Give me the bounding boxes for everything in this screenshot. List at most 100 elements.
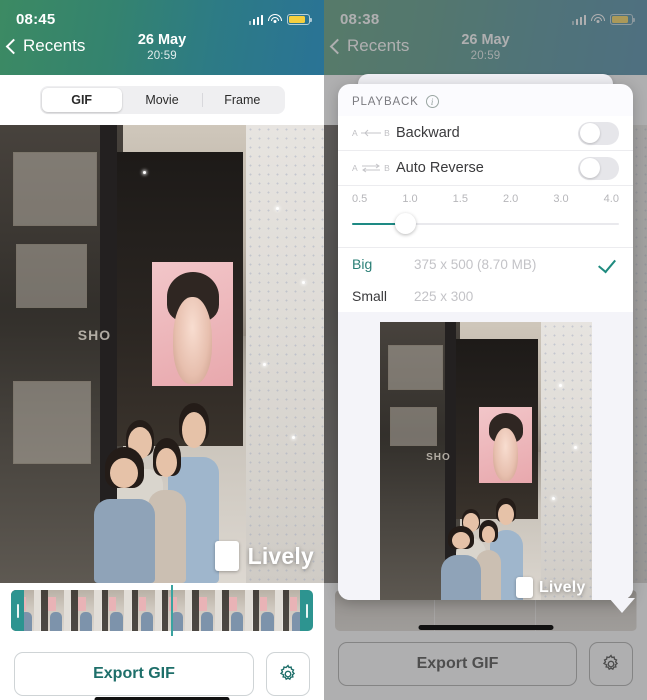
filmstrip-frame[interactable] [71,590,102,631]
home-indicator [418,625,553,630]
preview-watermark-label: Lively [538,578,586,596]
filmstrip-frame[interactable] [252,590,283,631]
speed-control: 0.5 1.0 1.5 2.0 3.0 4.0 [338,186,633,247]
speed-tick: 1.5 [452,193,468,205]
gear-icon [279,664,296,681]
backward-label: Backward [396,125,460,141]
row-backward[interactable]: A B Backward [338,116,633,150]
dual-screenshot-container: 08:45 Recents 26 May 20:59 GIF Movie Fra… [0,0,647,700]
export-gif-button[interactable]: Export GIF [14,652,254,696]
trim-handle-left-icon[interactable] [11,590,24,631]
person-head [481,525,496,543]
speed-tick: 2.0 [502,193,519,205]
export-gif-label: Export GIF [93,665,175,682]
timeline-container [0,583,324,638]
signal-bars-icon [248,14,263,25]
lively-logo-icon [515,577,533,598]
info-icon[interactable]: i [425,95,439,108]
tab-frame[interactable]: Frame [202,88,282,112]
scene-pillar [246,125,324,583]
scene-sign-text: SHO [426,451,451,463]
arrow-auto-reverse-icon: A B [352,163,391,173]
status-icon-group [248,14,313,25]
nav-title: 26 May 20:59 [0,32,324,64]
scene-sign-text: SHO [77,326,112,343]
watermark-label: Lively [247,542,314,569]
lively-logo-icon [214,541,239,571]
watermark: Lively [214,541,314,571]
person-body [94,498,155,583]
size-small-label: Small [352,288,388,304]
preview-watermark: Lively [515,577,586,598]
scene-shelf [12,152,98,226]
export-gif-button[interactable]: Export GIF [338,642,577,686]
left-nav-bar: Recents 26 May 20:59 [0,30,324,75]
left-status-bar: 08:45 [0,0,324,30]
wifi-icon [268,14,282,25]
filmstrip-frame[interactable] [101,590,132,631]
filmstrip-frame[interactable] [131,590,163,631]
sparkle [301,280,305,284]
gif-preview-image[interactable]: SHO Lively [379,322,592,600]
tab-gif[interactable]: GIF [41,88,122,112]
backward-toggle[interactable] [578,121,619,145]
size-option-small[interactable]: Small 225 x 300 [338,280,633,312]
photo-scene: SHO [0,125,324,583]
nav-title-date: 26 May [137,32,187,48]
nav-title-time: 20:59 [147,50,177,62]
auto-reverse-toggle[interactable] [578,156,619,180]
settings-popover: PLAYBACK i A B Backward A B Auto Reverse… [338,84,635,613]
speed-tick: 0.5 [352,193,368,205]
trim-handle-right-icon[interactable] [300,590,313,631]
sparkle [142,170,146,174]
left-export-bar: Export GIF [0,638,324,700]
right-export-bar: Export GIF [324,628,647,700]
person-front-left [441,525,481,600]
gear-icon [602,654,619,671]
pillar-dot-pattern [246,125,324,583]
scene-shelf [390,406,437,447]
size-option-big[interactable]: Big 375 x 500 (8.70 MB) [338,248,633,280]
popover-header: PLAYBACK i [338,84,633,116]
battery-icon [287,14,313,25]
sparkle [558,384,562,388]
export-gif-label: Export GIF [416,655,499,672]
speed-tick-labels: 0.5 1.0 1.5 2.0 3.0 4.0 [352,193,619,205]
filmstrip-frame[interactable] [222,590,253,631]
filmstrip-frame[interactable] [162,590,193,631]
sparkle [262,363,266,367]
status-clock: 08:45 [16,11,56,28]
filmstrip-frame[interactable] [192,590,223,631]
mode-tabs-container: GIF Movie Frame [0,75,324,125]
auto-reverse-label: Auto Reverse [396,160,484,176]
right-screen: 08:38 Recents 26 May 20:59 [324,0,647,700]
person-head [451,531,470,550]
scene-shelf [16,244,88,309]
settings-button[interactable] [266,652,310,696]
speed-tick: 1.0 [402,193,418,205]
popover-tail [609,598,635,613]
left-header: 08:45 Recents 26 May 20:59 [0,0,324,75]
sparkle [573,446,577,450]
speed-slider[interactable] [352,213,619,235]
scene-pillar [540,322,592,600]
filmstrip-frames[interactable] [11,590,313,631]
filmstrip-timeline[interactable] [11,585,313,636]
size-big-label: Big [352,256,373,272]
filmstrip-frame[interactable] [41,590,72,631]
tab-movie[interactable]: Movie [122,88,202,112]
photo-preview[interactable]: SHO Lively [0,125,324,583]
person-body [441,555,481,600]
playhead-icon[interactable] [171,585,173,636]
popover-preview-area: SHO Lively [338,312,633,600]
size-options: Big 375 x 500 (8.70 MB) Small 225 x 300 [338,248,633,312]
person-front-left [94,446,155,583]
arrow-backward-icon: A B [352,128,391,138]
scene-shelf [387,344,444,390]
row-auto-reverse[interactable]: A B Auto Reverse [338,151,633,185]
mode-segmented-control[interactable]: GIF Movie Frame [39,86,285,114]
speed-tick: 3.0 [553,193,569,205]
size-big-dimensions: 375 x 500 (8.70 MB) [414,256,537,272]
settings-button[interactable] [589,642,633,686]
slider-thumb[interactable] [394,213,416,234]
